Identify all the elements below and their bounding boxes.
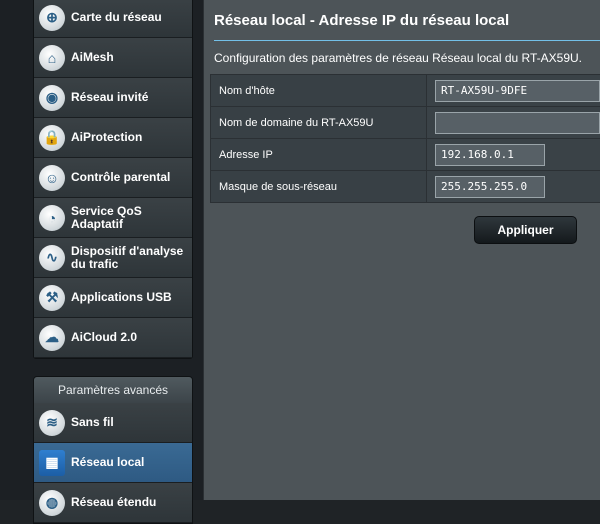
advanced-settings-header: Paramètres avancés [34, 377, 192, 403]
wan-icon: ◍ [39, 490, 65, 516]
title-divider [214, 40, 600, 41]
guest-network-icon: ◉ [39, 85, 65, 111]
sidebar: ⊕ Carte du réseau ⌂ AiMesh ◉ Réseau invi… [0, 0, 203, 500]
sidebar-item-label: Réseau local [71, 456, 144, 469]
sidebar-item-label: Carte du réseau [71, 11, 162, 24]
hostname-cell [427, 75, 600, 107]
parental-control-icon: ☺ [39, 165, 65, 191]
sidebar-item-label: Applications USB [71, 291, 172, 304]
usb-icon: ⚒ [39, 285, 65, 311]
sidebar-item-traffic-analyzer[interactable]: ∿ Dispositif d'analyse du trafic [34, 238, 192, 278]
general-menu: ⊕ Carte du réseau ⌂ AiMesh ◉ Réseau invi… [33, 0, 193, 359]
domain-name-input[interactable] [435, 112, 600, 134]
page-description: Configuration des paramètres de réseau R… [214, 51, 582, 65]
aicloud-icon: ☁ [39, 325, 65, 351]
advanced-settings-menu: Paramètres avancés ≋ Sans fil ▦ Réseau l… [33, 376, 193, 524]
form-row: Adresse IP [211, 139, 600, 171]
wireless-icon: ≋ [39, 410, 65, 436]
sidebar-item-label: Contrôle parental [71, 171, 170, 184]
subnet-mask-cell [427, 171, 600, 203]
page-title: Réseau local - Adresse IP du réseau loca… [214, 12, 509, 29]
sidebar-item-parental-control[interactable]: ☺ Contrôle parental [34, 158, 192, 198]
sidebar-item-aiprotection[interactable]: 🔒 AiProtection [34, 118, 192, 158]
hostname-label: Nom d'hôte [211, 75, 427, 107]
domain-name-cell [427, 107, 600, 139]
ip-address-input[interactable] [435, 144, 545, 166]
sidebar-item-usb-applications[interactable]: ⚒ Applications USB [34, 278, 192, 318]
sidebar-item-label: AiMesh [71, 51, 114, 64]
sidebar-item-label: Réseau étendu [71, 496, 156, 509]
sidebar-item-label: Réseau invité [71, 91, 148, 104]
ip-address-label: Adresse IP [211, 139, 427, 171]
sidebar-item-label: Sans fil [71, 416, 114, 429]
form-row: Nom d'hôte [211, 75, 600, 107]
form-row: Nom de domaine du RT-AX59U [211, 107, 600, 139]
traffic-analyzer-icon: ∿ [39, 245, 65, 271]
aiprotection-icon: 🔒 [39, 125, 65, 151]
qos-icon: ◔ [39, 205, 65, 231]
sidebar-item-aicloud[interactable]: ☁ AiCloud 2.0 [34, 318, 192, 358]
subnet-mask-input[interactable] [435, 176, 545, 198]
sidebar-item-guest-network[interactable]: ◉ Réseau invité [34, 78, 192, 118]
sidebar-item-qos[interactable]: ◔ Service QoS Adaptatif [34, 198, 192, 238]
sidebar-item-label: Dispositif d'analyse du trafic [71, 245, 192, 271]
sidebar-item-lan[interactable]: ▦ Réseau local [34, 443, 192, 483]
apply-button[interactable]: Appliquer [474, 216, 577, 244]
sidebar-item-wireless[interactable]: ≋ Sans fil [34, 403, 192, 443]
sidebar-item-label: AiProtection [71, 131, 142, 144]
lan-icon: ▦ [39, 450, 65, 476]
sidebar-item-network-map[interactable]: ⊕ Carte du réseau [34, 0, 192, 38]
domain-name-label: Nom de domaine du RT-AX59U [211, 107, 427, 139]
form-row: Masque de sous-réseau [211, 171, 600, 203]
ip-address-cell [427, 139, 600, 171]
subnet-mask-label: Masque de sous-réseau [211, 171, 427, 203]
sidebar-item-aimesh[interactable]: ⌂ AiMesh [34, 38, 192, 78]
main-panel: Réseau local - Adresse IP du réseau loca… [203, 0, 600, 500]
sidebar-item-label: AiCloud 2.0 [71, 331, 137, 344]
aimesh-icon: ⌂ [39, 45, 65, 71]
lan-ip-form: Nom d'hôte Nom de domaine du RT-AX59U Ad… [210, 74, 600, 203]
hostname-input[interactable] [435, 80, 600, 102]
network-map-icon: ⊕ [39, 5, 65, 31]
sidebar-item-label: Service QoS Adaptatif [71, 205, 192, 231]
sidebar-item-wan[interactable]: ◍ Réseau étendu [34, 483, 192, 523]
